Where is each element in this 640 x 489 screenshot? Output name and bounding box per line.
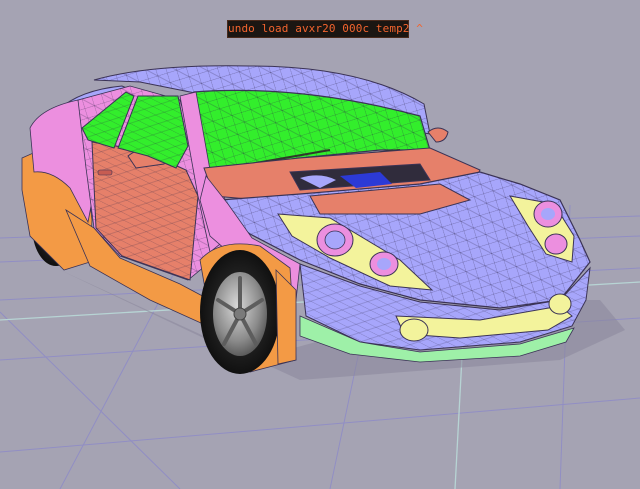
status-bar: undo load avxr20 000c temp2 ^ — [227, 20, 423, 38]
viewport-canvas[interactable] — [0, 0, 640, 489]
wireframe-car-model[interactable] — [21, 65, 591, 374]
3d-viewport[interactable]: undo load avxr20 000c temp2 ^ — [0, 0, 640, 489]
